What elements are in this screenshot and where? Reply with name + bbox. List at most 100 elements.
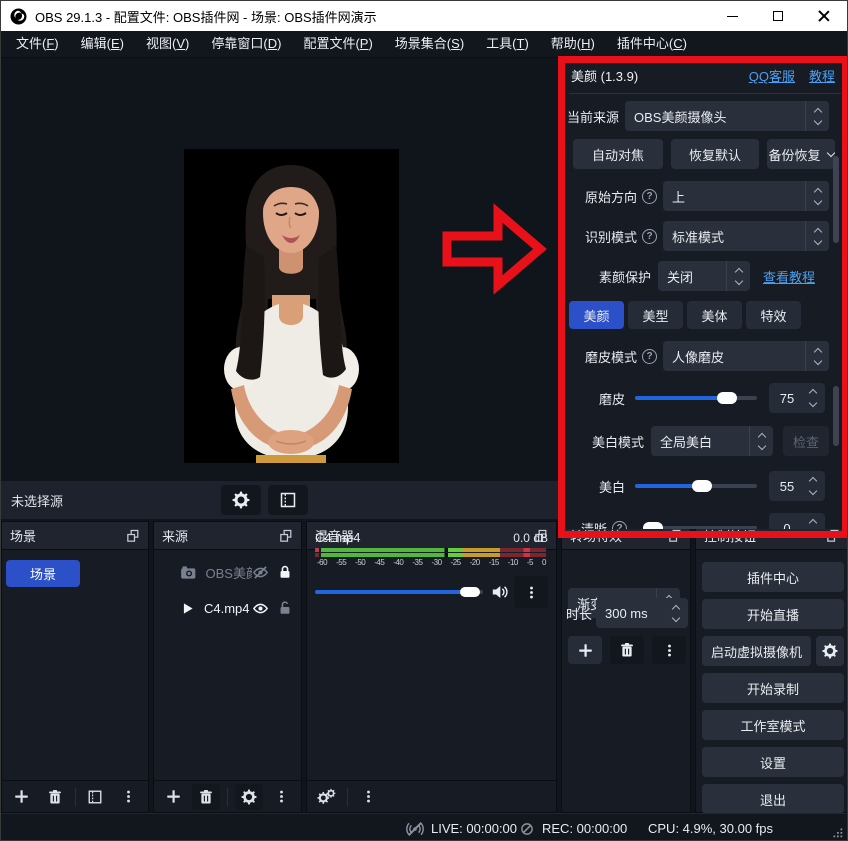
recognition-select[interactable]: 标准模式 (663, 221, 829, 251)
spin-arrows[interactable] (805, 517, 825, 529)
menu-edit[interactable]: 编辑(E) (70, 31, 135, 57)
transitions-dock-float-button[interactable] (668, 529, 682, 543)
source-row-camera[interactable]: OBS美颜摄像头 (154, 558, 301, 586)
menu-scene-collection[interactable]: 场景集合(S) (384, 31, 475, 57)
clarity-spinbox[interactable]: 0 (769, 513, 825, 529)
volume-slider-handle[interactable] (460, 587, 480, 597)
controls-dock-float-button[interactable] (826, 529, 840, 543)
menu-docks[interactable]: 停靠窗口(D) (200, 31, 292, 57)
camera-icon (180, 564, 196, 581)
slider-handle[interactable] (717, 392, 737, 404)
double-gear-icon (317, 788, 337, 806)
source-properties-button[interactable] (235, 784, 263, 810)
menu-help[interactable]: 帮助(H) (540, 31, 606, 57)
preview-video[interactable] (184, 149, 399, 463)
meter-clip-led (315, 548, 319, 552)
sources-more-button[interactable] (270, 785, 294, 809)
scenes-more-button[interactable] (115, 785, 141, 809)
start-virtual-camera-button[interactable]: 启动虚拟摄像机 (702, 636, 811, 666)
backup-restore-button[interactable]: 备份恢复 (767, 139, 835, 169)
remove-scene-button[interactable] (42, 785, 68, 809)
meter-tick: -50 (355, 558, 365, 567)
sources-dock-float-button[interactable] (279, 529, 293, 543)
smooth-slider[interactable] (635, 396, 757, 400)
add-source-button[interactable] (161, 785, 185, 809)
scene-filters-button[interactable] (82, 785, 108, 809)
plugin-center-button[interactable]: 插件中心 (702, 562, 844, 592)
add-scene-button[interactable] (9, 785, 35, 809)
settings-button[interactable]: 设置 (702, 747, 844, 777)
spin-arrows[interactable] (805, 387, 825, 409)
scene-list-item[interactable]: 场景 (6, 560, 80, 587)
start-recording-button[interactable]: 开始录制 (702, 673, 844, 703)
speaker-button[interactable] (491, 583, 509, 601)
slider-handle[interactable] (643, 522, 663, 529)
lock-icon[interactable] (277, 564, 293, 580)
minimize-button[interactable] (709, 1, 755, 31)
tab-reshape[interactable]: 美型 (628, 301, 683, 329)
source-properties-gear-button[interactable] (221, 485, 261, 515)
close-button[interactable] (801, 1, 847, 31)
panel-scrollbar-thumb[interactable] (833, 156, 839, 243)
speaker-icon (491, 583, 509, 601)
menu-view[interactable]: 视图(V) (135, 31, 200, 57)
beauty-plugin-panel: 美颜 (1.3.9) QQ客服 教程 当前来源 OBS美颜摄像头 自动对焦 恢复… (561, 58, 848, 529)
slider-handle[interactable] (692, 480, 712, 492)
check-button[interactable]: 检查 (783, 426, 829, 456)
makeup-protect-select[interactable]: 关闭 (658, 261, 750, 291)
tab-beauty[interactable]: 美颜 (569, 301, 624, 329)
transition-more-button[interactable] (652, 636, 686, 664)
unlock-icon[interactable] (277, 600, 293, 616)
clarity-slider[interactable] (643, 526, 757, 529)
source-row-media[interactable]: C4.mp4 (154, 594, 301, 622)
whiten-value: 55 (769, 479, 805, 494)
advanced-audio-button[interactable] (314, 785, 340, 809)
orientation-select[interactable]: 上 (663, 181, 829, 211)
meter-scale: -60 -55 -50 -45 -40 -35 -30 -25 -20 -15 … (317, 558, 546, 567)
tab-content-scrollbar-thumb[interactable] (833, 386, 839, 446)
current-source-select[interactable]: OBS美颜摄像头 (625, 101, 829, 131)
tab-effects[interactable]: 特效 (746, 301, 801, 329)
remove-transition-button[interactable] (610, 636, 644, 664)
volume-slider[interactable] (315, 590, 483, 594)
eye-slash-icon[interactable] (252, 564, 269, 581)
view-tutorial-link[interactable]: 查看教程 (763, 267, 815, 286)
resize-grip[interactable] (830, 825, 844, 839)
source-filters-button[interactable] (268, 485, 308, 515)
virtual-camera-settings-button[interactable] (816, 636, 844, 666)
smooth-mode-select[interactable]: 人像磨皮 (663, 341, 829, 371)
mixer-channel-header: C4.mp4 0.0 dB (315, 530, 548, 545)
whiten-slider[interactable] (635, 484, 757, 488)
qq-support-link[interactable]: QQ客服 (749, 66, 795, 85)
menu-tools[interactable]: 工具(T) (475, 31, 540, 57)
mixer-channel-menu-button[interactable] (514, 576, 548, 608)
tutorial-link[interactable]: 教程 (809, 66, 835, 85)
duration-spinbox[interactable]: 300 ms (596, 598, 688, 628)
meter-tick: 0 (542, 558, 546, 567)
start-streaming-button[interactable]: 开始直播 (702, 599, 844, 629)
restore-default-button[interactable]: 恢复默认 (671, 139, 759, 169)
spin-arrows[interactable] (805, 475, 825, 497)
whiten-mode-select[interactable]: 全局美白 (651, 426, 773, 456)
smooth-spinbox[interactable]: 75 (769, 383, 825, 413)
menu-plugin-center[interactable]: 插件中心(C) (606, 31, 698, 57)
eye-icon[interactable] (252, 600, 269, 617)
mixer-more-button[interactable] (355, 785, 381, 809)
exit-button[interactable]: 退出 (702, 784, 844, 814)
menu-file[interactable]: 文件(F) (5, 31, 70, 57)
add-transition-button[interactable] (568, 636, 602, 664)
controls-dock: 控制按钮 插件中心 开始直播 启动虚拟摄像机 开始录制 工作室模式 设置 退出 (695, 521, 848, 813)
spin-arrows[interactable] (664, 598, 688, 628)
dock-float-icon (826, 529, 840, 543)
clarity-value: 0 (769, 521, 805, 530)
menu-profile[interactable]: 配置文件(P) (292, 31, 383, 57)
gear-icon (822, 643, 838, 659)
remove-source-button[interactable] (192, 784, 220, 810)
scenes-dock-float-button[interactable] (126, 529, 140, 543)
autofocus-button[interactable]: 自动对焦 (573, 139, 663, 169)
whiten-spinbox[interactable]: 55 (769, 471, 825, 501)
trash-icon (47, 789, 63, 805)
studio-mode-button[interactable]: 工作室模式 (702, 710, 844, 740)
tab-body[interactable]: 美体 (687, 301, 742, 329)
maximize-button[interactable] (755, 1, 801, 31)
